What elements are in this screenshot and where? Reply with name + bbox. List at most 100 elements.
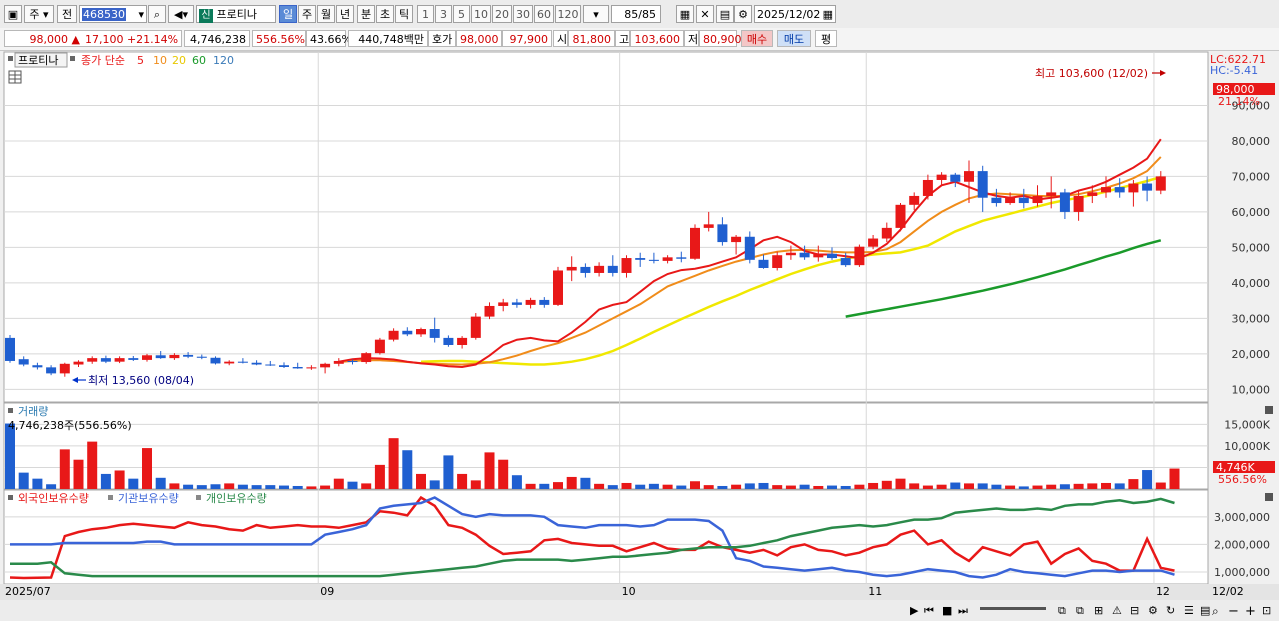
foreign-holdings-label[interactable]: 외국인보유수량 xyxy=(18,492,89,505)
save-icon[interactable]: ▤ xyxy=(716,5,734,23)
volume-bar xyxy=(566,476,577,489)
speaker-icon[interactable]: ◀▾ xyxy=(168,5,194,23)
low-label: 저 xyxy=(684,30,699,47)
price-axis-tick: 10,000 xyxy=(1232,383,1271,396)
candle-body xyxy=(155,355,166,359)
institution-holdings-label[interactable]: 기관보유수량 xyxy=(118,492,179,505)
copy-icon[interactable]: ⧉ xyxy=(1058,604,1066,617)
tab-period-year[interactable]: 년 xyxy=(336,5,354,23)
volume-current-label: 4,746,238주(556.56%) xyxy=(8,419,132,432)
zoom-out-icon[interactable]: − xyxy=(1228,604,1239,619)
grid-icon[interactable]: ▦ xyxy=(676,5,694,23)
calendar-icon[interactable]: ▦ xyxy=(823,6,835,24)
amount-field: 440,748백만 xyxy=(348,30,428,47)
candle-body xyxy=(991,197,1002,204)
candle-body xyxy=(827,253,837,259)
volume-bar xyxy=(607,485,618,489)
tab-period-day[interactable]: 일 xyxy=(279,5,297,23)
candle-body xyxy=(196,356,207,358)
zoom-icon[interactable]: ⌕ xyxy=(1212,604,1219,618)
candle-body xyxy=(361,353,372,363)
volume-bar xyxy=(1073,483,1084,489)
interval-20[interactable]: 20 xyxy=(492,5,512,23)
panel-marker-icon xyxy=(8,56,13,61)
chevron-down-icon[interactable]: ▾ xyxy=(138,6,146,24)
top-toolbar: ▣ 주 ▾ 전 468530 ▾ ⌕ ◀▾ 신 프로티나 일 주 월 년 분 초 … xyxy=(0,0,1279,29)
volume-bar xyxy=(511,475,522,489)
date-value: 2025/12/02 xyxy=(757,8,821,21)
zoom-in-icon[interactable]: + xyxy=(1245,604,1256,619)
interval-dropdown[interactable]: ▾ xyxy=(583,5,609,23)
prev-button[interactable]: 전 xyxy=(57,5,77,23)
tab-period-month[interactable]: 월 xyxy=(317,5,335,23)
volume-title[interactable]: 거래량 xyxy=(18,405,48,418)
chart-layout-icon[interactable]: ▣ xyxy=(4,5,22,23)
search-icon[interactable]: ⌕ xyxy=(148,5,166,23)
scroll-right-icon[interactable]: ▶ xyxy=(910,604,919,617)
flow-close-icon[interactable] xyxy=(1265,493,1273,501)
candle-body xyxy=(936,174,947,180)
candle-body xyxy=(744,236,755,260)
date-field[interactable]: 2025/12/02 ▦ xyxy=(754,5,836,23)
candle-body xyxy=(374,339,385,354)
stop-icon[interactable]: ■ xyxy=(942,604,952,617)
zoom-slider[interactable] xyxy=(980,607,1046,610)
warning-icon[interactable]: ⚠ xyxy=(1112,604,1122,617)
individual-holdings-label[interactable]: 개인보유수량 xyxy=(206,492,267,505)
interval-10[interactable]: 10 xyxy=(471,5,491,23)
crosshair-icon[interactable]: ✕ xyxy=(696,5,714,23)
period-primary-select[interactable]: 주 ▾ xyxy=(24,5,54,23)
stock-chart[interactable]: 10,000 20,000 30,000 40,000 50,000 60,000 70,0… xyxy=(0,51,1279,621)
volume-close-icon[interactable] xyxy=(1265,406,1273,414)
copy-icon[interactable]: ⧉ xyxy=(1076,604,1084,617)
interval-30[interactable]: 30 xyxy=(513,5,533,23)
arrange-icon[interactable]: ⊞ xyxy=(1094,604,1103,617)
interval-1[interactable]: 1 xyxy=(417,5,434,23)
tab-period-week[interactable]: 주 xyxy=(298,5,316,23)
volume-bar xyxy=(484,452,495,489)
tab-period-second[interactable]: 초 xyxy=(376,5,394,23)
volume-bar xyxy=(758,482,769,489)
flow-marker-icon xyxy=(196,495,201,500)
tab-period-minute[interactable]: 분 xyxy=(357,5,375,23)
stock-name-field[interactable]: 신 프로티나 xyxy=(196,5,276,23)
interval-60[interactable]: 60 xyxy=(534,5,554,23)
layout-icon[interactable]: ⊟ xyxy=(1130,604,1139,617)
candle-body xyxy=(1032,195,1043,204)
scroll-start-icon[interactable]: ⏮ xyxy=(924,604,934,617)
interval-3[interactable]: 3 xyxy=(435,5,452,23)
volume-bar xyxy=(32,478,43,489)
interval-5[interactable]: 5 xyxy=(453,5,470,23)
tools-icon[interactable]: ⚙ xyxy=(1148,604,1158,617)
buy-button[interactable]: 매수 xyxy=(741,30,773,47)
stock-code-input[interactable]: 468530 ▾ xyxy=(79,5,147,23)
bar-count-field[interactable]: 85/85 xyxy=(611,5,661,23)
refresh-icon[interactable]: ↻ xyxy=(1166,604,1175,617)
volume-bar xyxy=(1142,470,1153,489)
list-icon[interactable]: ☰ xyxy=(1184,604,1194,617)
candle-body xyxy=(142,355,152,360)
volume-bar xyxy=(183,484,194,489)
volume-bar xyxy=(868,482,879,489)
hc-label: HC:-5.41 xyxy=(1210,64,1258,77)
candle-body xyxy=(18,359,29,365)
volume-bar xyxy=(662,484,673,489)
tab-period-tick[interactable]: 틱 xyxy=(395,5,413,23)
interval-120[interactable]: 120 xyxy=(555,5,581,23)
ma-120-label: 120 xyxy=(213,54,234,67)
x-axis-label: 12 xyxy=(1156,585,1170,598)
fullscreen-icon[interactable]: ⊡ xyxy=(1262,604,1271,617)
candle-body xyxy=(1128,183,1139,193)
candle-body xyxy=(1087,192,1098,196)
panels-icon[interactable]: ▤ xyxy=(1200,604,1210,617)
ma-label[interactable]: 종가 단순 xyxy=(81,54,125,67)
price-axis-tick: 50,000 xyxy=(1232,241,1271,254)
gear-icon[interactable]: ⚙ xyxy=(734,5,752,23)
candle-body xyxy=(114,358,125,362)
evaluate-button[interactable]: 평 xyxy=(815,30,837,47)
candle-body xyxy=(1101,187,1111,193)
sell-button[interactable]: 매도 xyxy=(777,30,811,47)
volume-bar xyxy=(59,449,70,489)
volume-bar xyxy=(114,470,125,489)
scroll-end-icon[interactable]: ⏭ xyxy=(958,604,968,617)
